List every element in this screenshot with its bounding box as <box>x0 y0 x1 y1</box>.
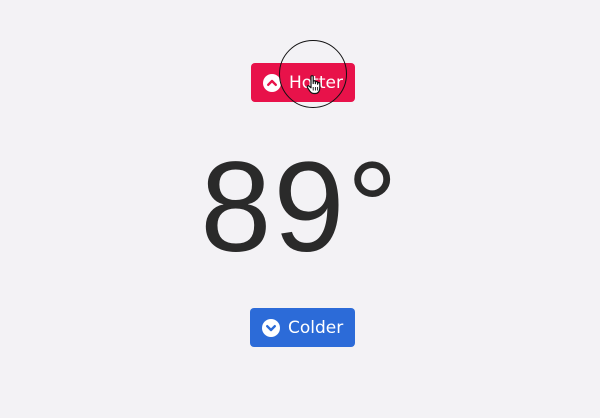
chevron-up-circle-icon <box>263 73 281 92</box>
colder-button[interactable]: Colder <box>250 308 355 347</box>
hotter-label: Hotter <box>289 72 343 93</box>
hotter-button[interactable]: Hotter <box>251 63 355 102</box>
chevron-down-circle-icon <box>262 318 280 337</box>
colder-label: Colder <box>288 317 344 338</box>
temperature-display: 89° <box>200 136 400 279</box>
